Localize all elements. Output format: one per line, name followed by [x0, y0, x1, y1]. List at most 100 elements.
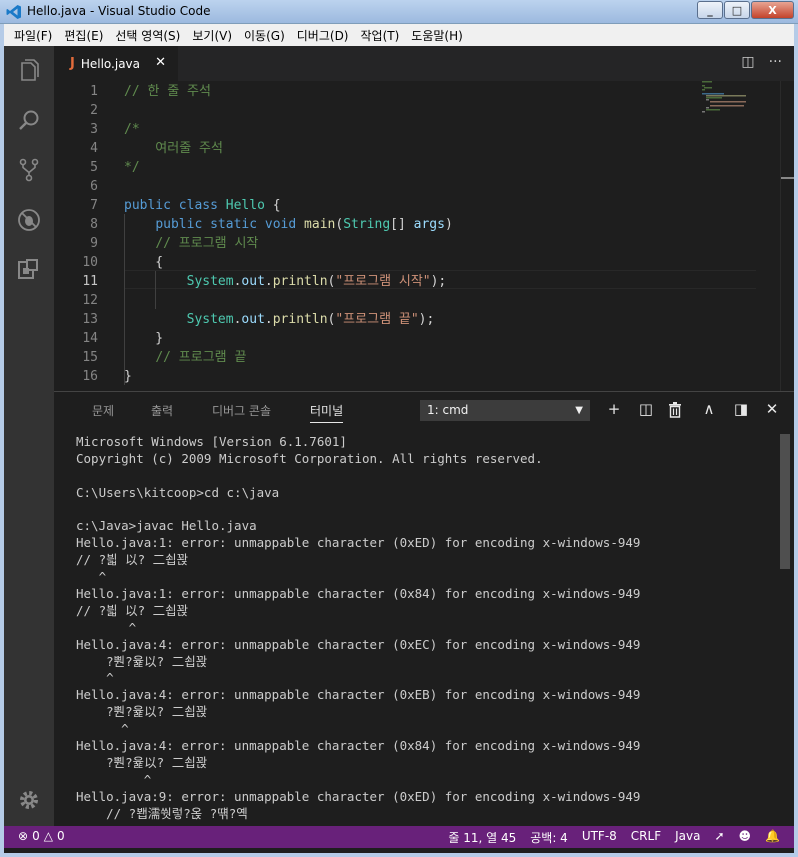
terminal-scroll-thumb[interactable]	[780, 434, 790, 569]
code-text: /*	[124, 122, 140, 137]
line-number: 11	[82, 274, 98, 289]
line-number: 9	[90, 236, 98, 251]
code-line: 3 /*	[54, 120, 754, 139]
split-editor-icon[interactable]: ◫	[741, 54, 754, 70]
menu-edit[interactable]: 편집(E)	[58, 27, 109, 44]
new-terminal-icon[interactable]: +	[604, 400, 624, 418]
tab-debug-console[interactable]: 디버그 콘솔	[212, 402, 271, 419]
explorer-icon[interactable]	[17, 58, 41, 82]
close-window-button[interactable]: X	[751, 1, 794, 19]
error-count: 0	[32, 829, 40, 843]
terminal-line: // ?븳 以? 二쇱꽍	[76, 552, 189, 568]
line-ending[interactable]: CRLF	[631, 829, 661, 846]
tab-problems[interactable]: 문제	[92, 402, 114, 419]
line-number: 15	[82, 350, 98, 365]
smiley-icon[interactable]: ☻	[739, 829, 752, 846]
chevron-down-icon: ▼	[575, 405, 583, 416]
kill-terminal-icon[interactable]	[668, 402, 682, 418]
terminal-output[interactable]: Microsoft Windows [Version 6.1.7601] Copy…	[76, 434, 776, 826]
indentation[interactable]: 공백: 4	[530, 829, 568, 846]
menu-go[interactable]: 이동(G)	[238, 27, 291, 44]
cursor-position[interactable]: 줄 11, 열 45	[448, 829, 516, 846]
terminal-line: Microsoft Windows [Version 6.1.7601]	[76, 434, 347, 449]
problems-indicator[interactable]: ⊗ 0 △ 0	[18, 829, 69, 843]
file-encoding[interactable]: UTF-8	[582, 829, 617, 846]
editor-tab-bar: J Hello.java ✕ ◫ ···	[54, 46, 794, 81]
terminal-line: ?뿬?윭以? 二쇱꽍	[76, 704, 208, 720]
menu-help[interactable]: 도움말(H)	[405, 27, 469, 44]
terminal-line: Hello.java:9: error: unmappable characte…	[76, 788, 641, 804]
terminal-line: ^	[76, 569, 107, 585]
tab-output[interactable]: 출력	[151, 402, 173, 419]
debug-icon[interactable]	[17, 208, 41, 232]
status-bar: ⊗ 0 △ 0 줄 11, 열 45 공백: 4 UTF-8 CRLF Java…	[4, 826, 794, 848]
terminal-line: Hello.java:1: error: unmappable characte…	[76, 535, 641, 551]
code-text: {	[124, 255, 164, 270]
tab-terminal[interactable]: 터미널	[310, 402, 344, 423]
terminal-line: Hello.java:1: error: unmappable characte…	[76, 586, 641, 602]
code-editor[interactable]: 1 // 한 줄 주석 2 3 /* 4 여러줄 주석 5 */ 6 7 public class …	[54, 81, 794, 391]
line-number: 4	[90, 141, 98, 156]
line-number: 12	[82, 293, 98, 308]
scrollbar-cursor-marker	[781, 177, 794, 179]
close-panel-icon[interactable]: ✕	[762, 400, 782, 418]
code-line: 12	[54, 291, 754, 310]
tab-close-icon[interactable]: ✕	[155, 55, 166, 70]
maximize-panel-icon[interactable]: ∧	[699, 400, 719, 418]
code-text: // 프로그램 시작	[155, 236, 259, 251]
terminal-line: Copyright (c) 2009 Microsoft Corporation…	[76, 450, 543, 466]
terminal-line: Hello.java:4: error: unmappable characte…	[76, 687, 641, 703]
editor-scrollbar[interactable]	[780, 81, 794, 391]
code-line: 10 {	[54, 253, 754, 272]
line-number: 3	[90, 122, 98, 137]
menu-file[interactable]: 파일(F)	[8, 27, 58, 44]
feedback-icon[interactable]: ➚	[714, 829, 724, 846]
terminal-line: ^	[76, 771, 152, 787]
code-line: 16}	[54, 367, 754, 386]
split-terminal-icon[interactable]: ◫	[636, 400, 656, 418]
terminal-line: Hello.java:4: error: unmappable characte…	[76, 738, 641, 754]
maximize-button[interactable]: □	[724, 1, 750, 19]
bottom-panel: 문제 출력 디버그 콘솔 터미널 1: cmd ▼ + ◫ ∧ ◨ ✕ Micr…	[54, 391, 794, 826]
language-mode[interactable]: Java	[675, 829, 700, 846]
extensions-icon[interactable]	[17, 258, 41, 282]
code-text: }	[124, 331, 164, 346]
warning-icon: △	[43, 829, 53, 843]
code-line: 14 }	[54, 329, 754, 348]
menu-view[interactable]: 보기(V)	[186, 27, 238, 44]
tab-label: Hello.java	[80, 56, 141, 71]
line-number: 13	[82, 312, 98, 327]
menu-selection[interactable]: 선택 영역(S)	[109, 27, 186, 44]
menu-bar: 파일(F) 편집(E) 선택 영역(S) 보기(V) 이동(G) 디버그(D) …	[0, 24, 798, 46]
line-number: 6	[90, 179, 98, 194]
tab-hello-java[interactable]: J Hello.java ✕	[54, 46, 178, 81]
code-line: 1 // 한 줄 주석	[54, 82, 754, 101]
terminal-line: Hello.java:4: error: unmappable characte…	[76, 636, 641, 652]
minimize-button[interactable]: _	[697, 1, 723, 19]
menu-debug[interactable]: 디버그(D)	[291, 27, 355, 44]
search-icon[interactable]	[17, 108, 41, 132]
terminal-line: c:\Java>javac Hello.java	[76, 518, 257, 534]
code-text: // 프로그램 끝	[155, 350, 247, 365]
menu-tasks[interactable]: 작업(T)	[355, 27, 406, 44]
settings-gear-icon[interactable]	[17, 788, 41, 812]
activity-bar	[4, 46, 54, 826]
panel-tabs: 문제 출력 디버그 콘솔 터미널 1: cmd ▼ + ◫ ∧ ◨ ✕	[54, 392, 794, 428]
code-text: }	[124, 369, 132, 384]
line-number: 16	[82, 369, 98, 384]
source-control-icon[interactable]	[17, 158, 41, 182]
more-actions-icon[interactable]: ···	[769, 54, 782, 70]
window-title: Hello.java - Visual Studio Code	[27, 4, 211, 18]
terminal-line: C:\Users\kitcoop>cd c:\java	[76, 484, 280, 500]
terminal-line: // ?봽濡쒓렇?옩 ?떆?옉	[76, 805, 248, 821]
code-line: 9 // 프로그램 시작	[54, 234, 754, 253]
terminal-select[interactable]: 1: cmd ▼	[420, 400, 590, 421]
code-text: // 한 줄 주석	[124, 84, 211, 99]
toggle-panel-position-icon[interactable]: ◨	[731, 400, 751, 418]
code-text: */	[124, 160, 140, 175]
bell-icon[interactable]: 🔔	[765, 829, 780, 846]
minimap[interactable]	[702, 81, 750, 121]
terminal-scrollbar[interactable]	[780, 434, 790, 826]
